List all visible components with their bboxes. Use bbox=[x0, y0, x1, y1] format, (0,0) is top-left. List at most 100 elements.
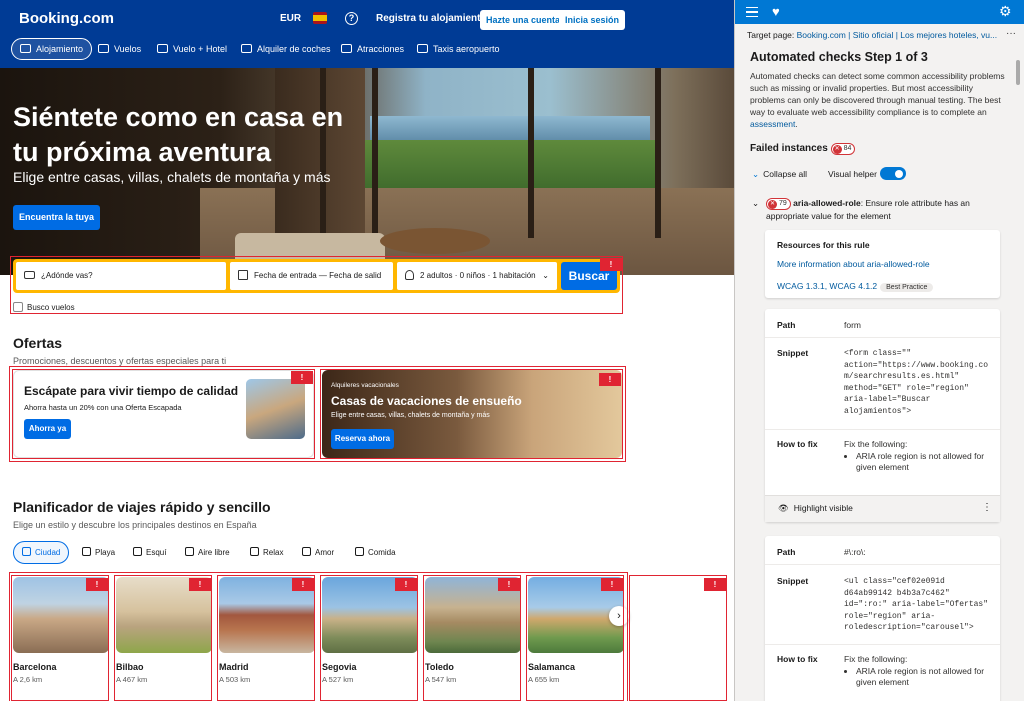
guests-field[interactable]: 2 adultos · 0 niños · 1 habitación ⌄ bbox=[397, 262, 557, 290]
how-to-fix-value: Fix the following: ARIA role region is no… bbox=[844, 439, 994, 474]
currency-selector[interactable]: EUR bbox=[280, 13, 301, 24]
help-icon[interactable]: ? bbox=[345, 12, 358, 25]
bed-icon bbox=[24, 271, 35, 279]
panel-title: Automated checks Step 1 of 3 bbox=[750, 50, 928, 64]
hero-cta-button[interactable]: Encuentra la tuya bbox=[13, 205, 100, 230]
assessment-link[interactable]: assessment bbox=[750, 119, 795, 129]
calendar-icon bbox=[238, 270, 248, 280]
highlight-visible-button[interactable]: 👁 Highlight visible bbox=[778, 503, 853, 514]
chip-relax[interactable]: Relax bbox=[242, 541, 291, 564]
issue-flag[interactable]: ! bbox=[498, 578, 520, 591]
more-info-link[interactable]: More information about aria-allowed-role bbox=[777, 259, 930, 269]
eye-icon: 👁 bbox=[778, 503, 789, 513]
book-now-button[interactable]: Reserva ahora bbox=[331, 429, 394, 449]
panel-description: Automated checks can detect some common … bbox=[750, 70, 1010, 130]
city-card-segovia[interactable]: Segovia A 527 km bbox=[322, 577, 418, 684]
chip-love[interactable]: Amor bbox=[294, 541, 342, 564]
register-button[interactable]: Hazte una cuenta bbox=[480, 10, 567, 30]
hamburger-menu-icon[interactable] bbox=[746, 7, 758, 17]
search-bar: ¿Adónde vas? Fecha de entrada — Fecha de… bbox=[13, 259, 620, 293]
panel-scrollbar[interactable] bbox=[1016, 60, 1020, 85]
hero-title: Siéntete como en casa en tu próxima aven… bbox=[13, 102, 344, 167]
offer-desc: Ahorra hasta un 20% con una Oferta Escap… bbox=[24, 403, 182, 412]
failed-count-badge: ✕ 84 bbox=[830, 143, 856, 155]
flights-checkbox[interactable]: Busco vuelos bbox=[13, 302, 75, 313]
destination-field[interactable]: ¿Adónde vas? bbox=[16, 262, 226, 290]
rule-count-badge: ✕ 79 bbox=[766, 198, 791, 210]
hero-banner: Siéntete como en casa en tu próxima aven… bbox=[0, 68, 734, 275]
rule-id: aria-allowed-role bbox=[793, 198, 861, 208]
nav-flights[interactable]: Vuelos bbox=[90, 38, 149, 60]
failed-instances-heading: Failed instances ✕ 84 bbox=[750, 143, 856, 155]
issue-flag[interactable]: ! bbox=[189, 578, 211, 591]
chip-food[interactable]: Comida bbox=[347, 541, 404, 564]
divider bbox=[765, 429, 1000, 430]
wcag-link[interactable]: WCAG 1.3.1, WCAG 4.1.2 bbox=[777, 281, 877, 291]
nav-accommodation[interactable]: Alojamiento bbox=[11, 38, 93, 60]
beach-icon bbox=[82, 547, 91, 556]
wcag-row: WCAG 1.3.1, WCAG 4.1.2 Best Practice bbox=[777, 278, 934, 292]
hero-subtitle: Elige entre casas, villas, chalets de mo… bbox=[13, 169, 331, 185]
nav-airport-taxis[interactable]: Taxis aeropuerto bbox=[409, 38, 508, 60]
fix-list: ARIA role region is not allowed for give… bbox=[856, 666, 994, 689]
city-name: Barcelona bbox=[13, 662, 57, 672]
issue-flag[interactable]: ! bbox=[395, 578, 417, 591]
issue-flag[interactable]: ! bbox=[86, 578, 108, 591]
issue-flag[interactable]: ! bbox=[291, 371, 313, 384]
chip-city[interactable]: Ciudad bbox=[13, 541, 70, 564]
city-distance: A 467 km bbox=[116, 675, 148, 684]
rule-group[interactable]: ⌄ ✕ 79 aria-allowed-role: Ensure role att… bbox=[752, 197, 1002, 222]
collapse-all-button[interactable]: ⌄ Collapse all bbox=[752, 169, 807, 180]
city-distance: A 527 km bbox=[322, 675, 354, 684]
nav-attractions[interactable]: Atracciones bbox=[333, 38, 412, 60]
more-options-icon[interactable]: ··· bbox=[1006, 28, 1016, 39]
city-card-toledo[interactable]: Toledo A 547 km bbox=[425, 577, 521, 684]
chevron-down-icon: ⌄ bbox=[542, 271, 549, 280]
snippet-value: <ul class="cef02e091d d64ab99142 b4b3a7c… bbox=[844, 577, 989, 632]
checkbox-box[interactable] bbox=[13, 302, 23, 312]
language-flag-icon[interactable] bbox=[313, 12, 327, 24]
kebab-menu-icon[interactable]: ⋮ bbox=[982, 502, 992, 513]
issue-flag[interactable]: ! bbox=[292, 578, 314, 591]
issue-flag[interactable]: ! bbox=[704, 578, 726, 591]
chip-ski[interactable]: Esquí bbox=[125, 541, 174, 564]
offers-title: Ofertas bbox=[13, 335, 63, 351]
city-distance: A 2,6 km bbox=[13, 675, 43, 684]
city-card-barcelona[interactable]: Barcelona A 2,6 km bbox=[13, 577, 109, 684]
nav-label: Alojamiento bbox=[36, 44, 84, 54]
fix-item: ARIA role region is not allowed for give… bbox=[856, 451, 994, 474]
city-card-salamanca[interactable]: Salamanca A 655 km bbox=[528, 577, 624, 684]
booking-logo[interactable]: Booking.com bbox=[19, 10, 114, 27]
offer-card-vacation-homes[interactable]: Alquileres vacacionales Casas de vacacio… bbox=[322, 370, 622, 458]
failed-label: Failed instances bbox=[750, 143, 828, 154]
checkbox-label: Busco vuelos bbox=[27, 303, 75, 312]
save-now-button[interactable]: Ahorra ya bbox=[24, 419, 71, 439]
fix-heading: Fix the following: bbox=[844, 654, 908, 664]
attractions-icon bbox=[341, 44, 352, 53]
fix-list: ARIA role region is not allowed for give… bbox=[856, 451, 994, 474]
city-card-bilbao[interactable]: Bilbao A 467 km bbox=[116, 577, 212, 684]
carousel-next-button[interactable]: › bbox=[609, 606, 629, 626]
snippet-value: <form class="" action="https://www.booki… bbox=[844, 349, 989, 416]
issue-flag[interactable]: ! bbox=[601, 578, 623, 591]
nav-flight-hotel[interactable]: Vuelo + Hotel bbox=[149, 38, 235, 60]
issue-flag[interactable]: ! bbox=[599, 373, 621, 386]
signin-button[interactable]: Inicia sesión bbox=[559, 10, 626, 30]
city-card-madrid[interactable]: Madrid A 503 km bbox=[219, 577, 315, 684]
gear-icon[interactable]: ⚙ bbox=[999, 3, 1012, 20]
dates-field[interactable]: Fecha de entrada — Fecha de salid bbox=[230, 262, 393, 290]
visual-helper-toggle[interactable] bbox=[880, 167, 906, 180]
chip-outdoors[interactable]: Aire libre bbox=[177, 541, 238, 564]
chip-label: Relax bbox=[263, 548, 284, 557]
offer-card-getaway[interactable]: Escápate para vivir tiempo de calidad Ah… bbox=[13, 370, 314, 458]
target-page-link[interactable]: Booking.com | Sitio oficial | Los mejore… bbox=[797, 30, 997, 40]
offers-subtitle: Promociones, descuentos y ofertas especi… bbox=[13, 356, 227, 366]
list-property-link[interactable]: Registra tu alojamiento bbox=[376, 13, 487, 24]
nav-car-rental[interactable]: Alquiler de coches bbox=[233, 38, 339, 60]
hero-greenery bbox=[355, 140, 655, 190]
issue-flag[interactable]: ! bbox=[600, 258, 622, 271]
chip-beach[interactable]: Playa bbox=[74, 541, 123, 564]
accessibility-insights-logo-icon: ♥ bbox=[772, 4, 780, 19]
city-name: Toledo bbox=[425, 662, 454, 672]
city-name: Salamanca bbox=[528, 662, 576, 672]
